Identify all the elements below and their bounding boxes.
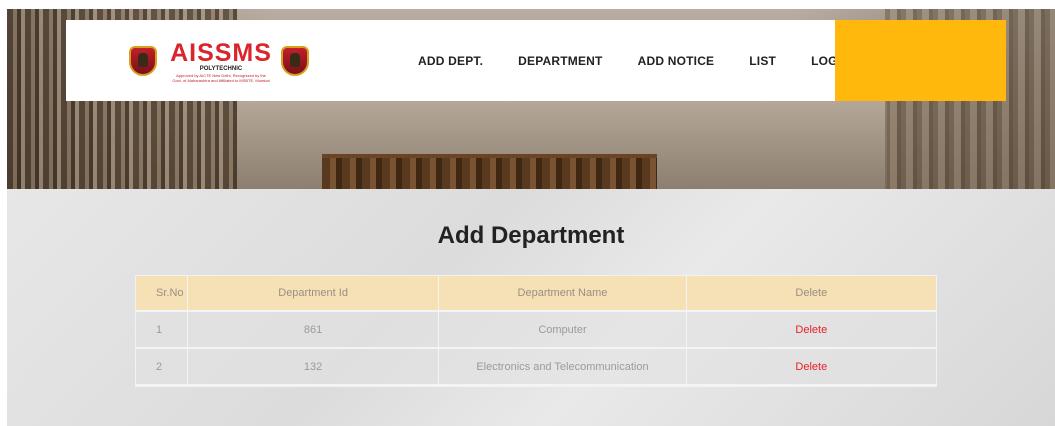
library-bookcase [322,154,657,189]
cell-department-name: Computer [439,312,687,347]
nav-department[interactable]: DEPARTMENT [518,54,602,68]
table-header-row: Sr.No Department Id Department Name Dele… [136,276,936,312]
delete-link[interactable]: Delete [795,324,827,336]
header-delete: Delete [795,287,828,299]
cell-sr-no: 1 [136,312,188,347]
logo-text: AISSMS POLYTECHNIC Approved by AICTE New… [165,40,277,83]
crest-icon [129,46,157,76]
nav-add-dept[interactable]: ADD DEPT. [418,54,483,68]
cell-department-id: 861 [188,312,440,347]
nav-accent-block [835,20,1006,101]
delete-cell: Delete [687,349,936,384]
header-sr-no: Sr.No [136,276,188,310]
header-department-id: Department Id [188,276,440,310]
cell-department-id: 132 [188,349,440,384]
brand-tagline-2: Govt. of Maharashtra and Affiliated to M… [172,78,270,83]
nav-menu: ADD DEPT. DEPARTMENT ADD NOTICE LIST LOG… [418,20,899,101]
site-logo[interactable]: AISSMS POLYTECHNIC Approved by AICTE New… [129,30,309,92]
page-title: Add Department [437,222,625,249]
brand-subtitle: POLYTECHNIC [199,66,243,72]
table-row: 2 132 Electronics and Telecommunication … [136,349,936,386]
header-department-name: Department Name [439,276,687,310]
delete-cell: Delete [687,312,936,347]
delete-link[interactable]: Delete [795,361,827,373]
cell-sr-no: 2 [136,349,188,384]
brand-name: AISSMS [170,39,272,67]
department-table: Sr.No Department Id Department Name Dele… [135,275,937,387]
page: AISSMS POLYTECHNIC Approved by AICTE New… [7,9,1055,426]
nav-list[interactable]: LIST [749,54,776,68]
table-row: 1 861 Computer Delete [136,312,936,349]
nav-add-notice[interactable]: ADD NOTICE [638,54,715,68]
cell-department-name: Electronics and Telecommunication [439,349,687,384]
crest-icon [281,46,309,76]
